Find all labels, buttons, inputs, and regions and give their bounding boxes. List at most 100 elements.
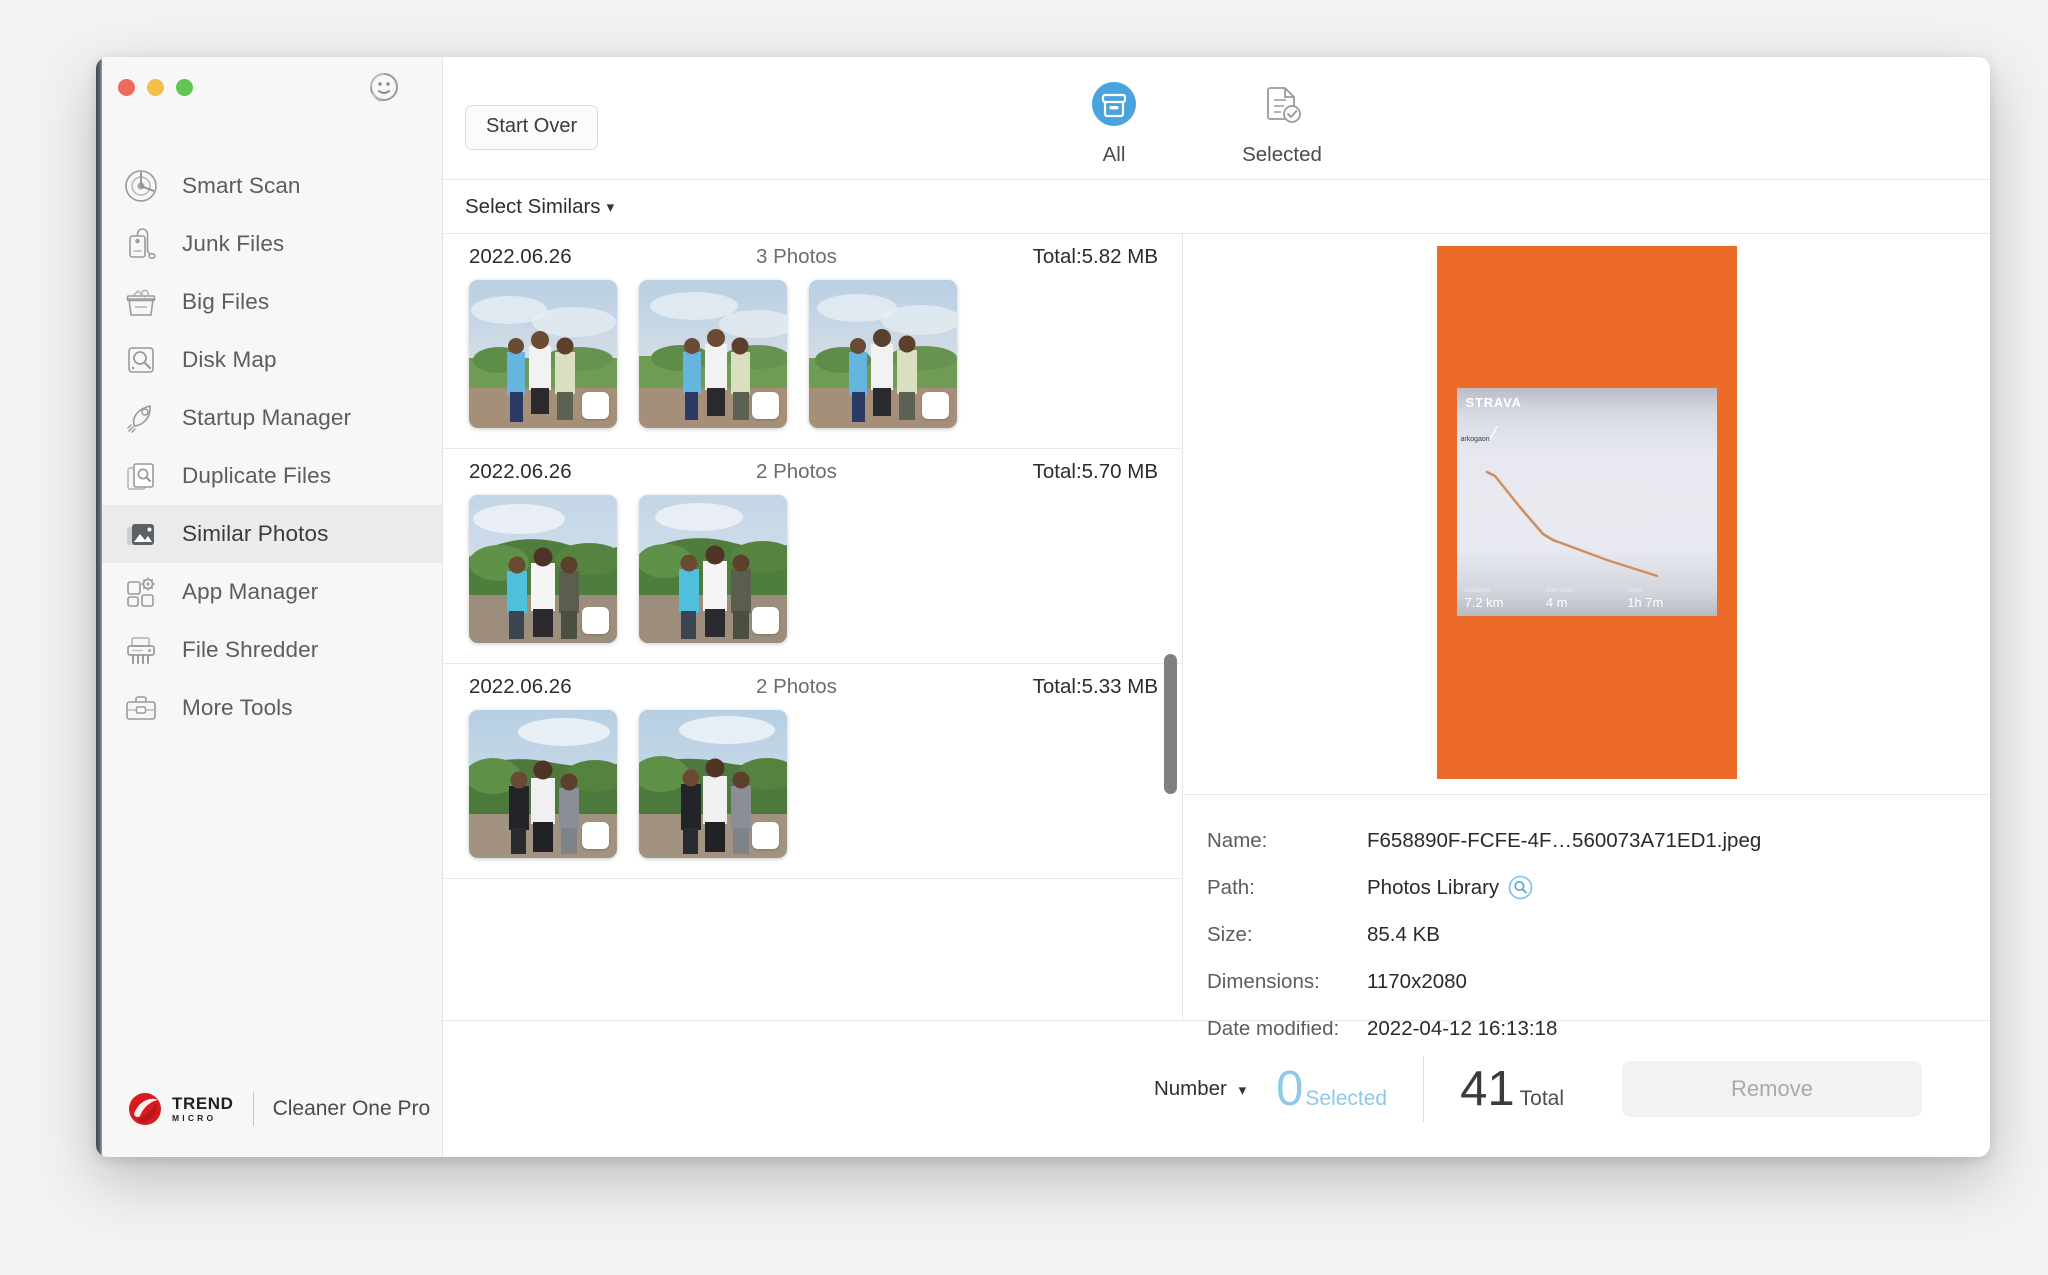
preview-panel: STRAVA arkogaon Distance 7.2 km Elev Gai… <box>1183 234 1990 1040</box>
metadata-value: 85.4 KB <box>1367 922 1440 946</box>
group-total-size: Total:5.33 MB <box>1032 675 1158 698</box>
photo-checkbox[interactable] <box>582 392 609 419</box>
photo-group-header: 2022.06.26 2 Photos Total:5.70 MB <box>443 449 1182 495</box>
metadata-value-group: Photos Library <box>1367 875 1533 900</box>
sidebar-item-label: Big Files <box>182 289 270 314</box>
metadata-value: F658890F-FCFE-4F…560073A71ED1.jpeg <box>1367 828 1762 852</box>
group-total-size: Total:5.70 MB <box>1032 460 1158 483</box>
preview-image-wrap: STRAVA arkogaon Distance 7.2 km Elev Gai… <box>1183 234 1990 794</box>
tab-all[interactable]: All <box>1055 75 1173 167</box>
group-total-size: Total:5.82 MB <box>1032 245 1158 268</box>
photo-thumbnail[interactable] <box>809 280 957 428</box>
counter-divider <box>1423 1056 1425 1122</box>
main-area: Start Over All Selected Select Similars … <box>443 57 1990 1157</box>
groups-scrollbar[interactable] <box>1164 654 1177 794</box>
photo-checkbox[interactable] <box>582 822 609 849</box>
strava-activity-card: STRAVA arkogaon Distance 7.2 km Elev Gai… <box>1456 388 1717 616</box>
remove-button[interactable]: Remove <box>1622 1061 1922 1117</box>
metadata-row: Name: F658890F-FCFE-4F…560073A71ED1.jpeg <box>1207 817 1990 864</box>
sidebar-item-label: App Manager <box>182 579 319 604</box>
sidebar-item-app-manager[interactable]: App Manager <box>96 563 442 621</box>
document-check-icon <box>1223 75 1341 137</box>
metadata-row: Path: Photos Library <box>1207 864 1990 911</box>
photo-checkbox[interactable] <box>582 607 609 634</box>
photo-checkbox[interactable] <box>752 822 779 849</box>
app-manager-icon <box>121 572 161 612</box>
chevron-down-icon[interactable]: ▾ <box>607 198 615 216</box>
photo-checkbox[interactable] <box>922 392 949 419</box>
minimize-button[interactable] <box>147 79 164 96</box>
support-smiley-icon[interactable] <box>362 67 404 109</box>
brand-trend-text: TREND <box>172 1094 234 1114</box>
strava-stat-value: 4 m <box>1545 595 1568 610</box>
sidebar-item-big-files[interactable]: Big Files <box>96 273 442 331</box>
metadata-label: Name: <box>1207 828 1268 852</box>
tab-all-label: All <box>1102 143 1126 166</box>
sidebar-item-label: Junk Files <box>182 231 285 256</box>
group-thumbnails <box>443 710 1182 858</box>
metadata-label: Path: <box>1207 875 1255 899</box>
sidebar-item-more-tools[interactable]: More Tools <box>96 679 442 737</box>
product-name: Cleaner One Pro <box>272 1097 431 1120</box>
photo-checkbox[interactable] <box>752 392 779 419</box>
select-similars-button[interactable]: Select Similars <box>465 195 601 219</box>
disk-map-icon <box>121 340 161 380</box>
radar-icon <box>121 166 161 206</box>
photo-groups-list[interactable]: 2022.06.26 3 Photos Total:5.82 MB 2022.0… <box>443 234 1183 1020</box>
number-dropdown[interactable]: Number ▾ <box>1154 1077 1246 1101</box>
archive-box-icon <box>1055 75 1173 137</box>
toolbox-icon <box>121 688 161 728</box>
metadata-label: Dimensions: <box>1207 969 1320 993</box>
strava-stat: Time 1h 7m <box>1627 587 1708 610</box>
metadata-label: Size: <box>1207 922 1253 946</box>
tab-selected-label: Selected <box>1242 143 1322 166</box>
strava-stat-label: Distance <box>1464 587 1490 594</box>
sidebar-item-label: More Tools <box>182 695 293 720</box>
titlebar <box>96 57 442 121</box>
sidebar-item-label: Duplicate Files <box>182 463 332 488</box>
reveal-search-icon[interactable] <box>1508 875 1533 900</box>
sidebar-item-startup-manager[interactable]: Startup Manager <box>96 389 442 447</box>
photo-thumbnail[interactable] <box>639 495 787 643</box>
sidebar-item-disk-map[interactable]: Disk Map <box>96 331 442 389</box>
sidebar: Smart Scan Junk Files Big Files Disk Map… <box>96 57 443 1157</box>
group-thumbnails <box>443 280 1182 428</box>
big-files-box-icon <box>121 282 161 322</box>
group-count: 3 Photos <box>756 245 837 268</box>
trend-micro-wordmark: TREND MICRO <box>172 1095 234 1123</box>
group-date: 2022.06.26 <box>469 245 572 268</box>
group-count: 2 Photos <box>756 675 837 698</box>
total-label: Total <box>1519 1087 1564 1110</box>
sidebar-item-similar-photos[interactable]: Similar Photos <box>96 505 442 563</box>
photo-group: 2022.06.26 2 Photos Total:5.33 MB <box>443 664 1182 879</box>
photo-thumbnail[interactable] <box>469 280 617 428</box>
photo-checkbox[interactable] <box>752 607 779 634</box>
sidebar-item-smart-scan[interactable]: Smart Scan <box>96 157 442 215</box>
view-tabs: All Selected <box>1055 75 1341 167</box>
sidebar-item-junk-files[interactable]: Junk Files <box>96 215 442 273</box>
photo-thumbnail[interactable] <box>469 710 617 858</box>
bottom-action-bar: Number ▾ 0 Selected 41 Total Remove <box>443 1020 1990 1157</box>
selected-count: 0 <box>1276 1062 1304 1116</box>
strava-stats-row: Distance 7.2 km Elev Gain 4 m Time 1h 7m <box>1457 587 1717 610</box>
maximize-button[interactable] <box>176 79 193 96</box>
sidebar-nav: Smart Scan Junk Files Big Files Disk Map… <box>96 157 442 1061</box>
strava-stat: Elev Gain 4 m <box>1546 587 1627 610</box>
duplicate-files-icon <box>121 456 161 496</box>
chevron-down-icon: ▾ <box>1238 1082 1247 1099</box>
window-traffic-lights <box>118 79 193 96</box>
sidebar-item-file-shredder[interactable]: File Shredder <box>96 621 442 679</box>
group-date: 2022.06.26 <box>469 675 572 698</box>
brand-divider <box>252 1092 254 1126</box>
tab-selected[interactable]: Selected <box>1223 75 1341 167</box>
close-button[interactable] <box>118 79 135 96</box>
start-over-button[interactable]: Start Over <box>465 105 599 150</box>
sidebar-item-duplicate-files[interactable]: Duplicate Files <box>96 447 442 505</box>
photo-thumbnail[interactable] <box>639 710 787 858</box>
brand-footer: TREND MICRO Cleaner One Pro <box>96 1061 442 1157</box>
photo-group: 2022.06.26 2 Photos Total:5.70 MB <box>443 449 1182 664</box>
photo-thumbnail[interactable] <box>469 495 617 643</box>
photo-thumbnail[interactable] <box>639 280 787 428</box>
selected-label: Selected <box>1305 1087 1388 1110</box>
total-count: 41 <box>1460 1062 1515 1116</box>
